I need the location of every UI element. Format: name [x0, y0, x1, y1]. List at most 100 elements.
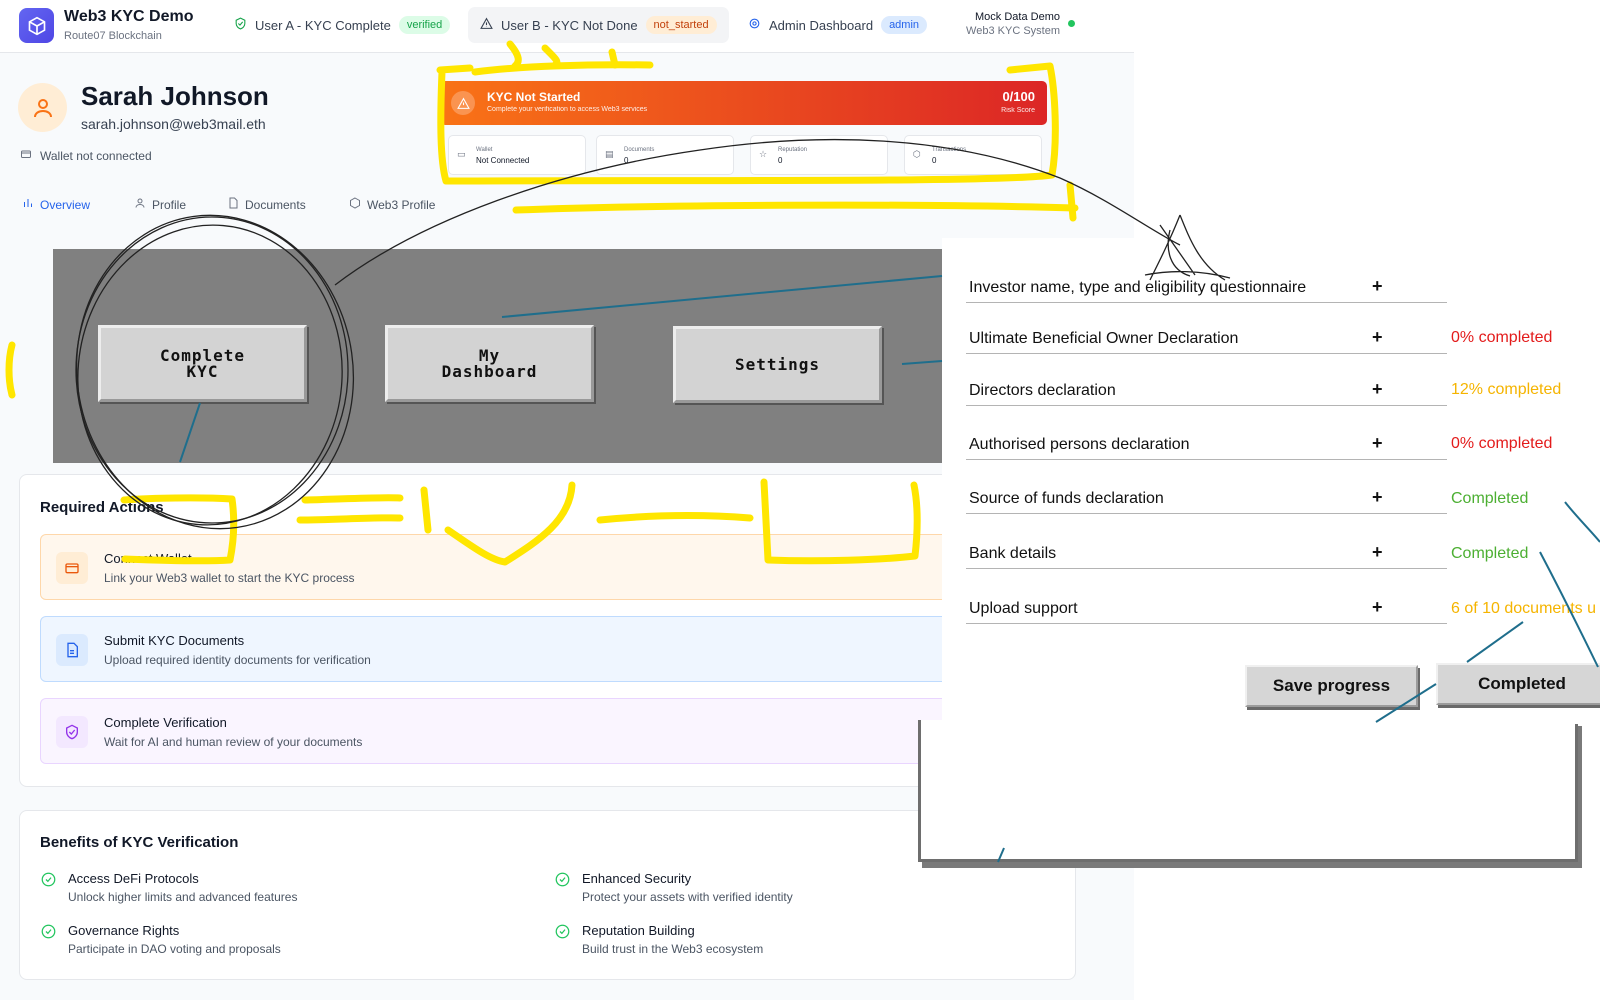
action-title: Submit KYC Documents: [104, 633, 245, 648]
avatar: [18, 83, 67, 132]
expand-plus-icon[interactable]: +: [1372, 433, 1383, 454]
row-label: Upload support: [969, 600, 1078, 617]
benefits-title: Benefits of KYC Verification: [40, 834, 239, 851]
stat-documents: ▤ Documents 0: [596, 135, 734, 175]
kyc-status-subtitle: Complete your verification to access Web…: [487, 106, 648, 113]
mock-data-title: Mock Data Demo: [975, 11, 1060, 23]
button-label: Save progress: [1272, 676, 1391, 695]
status-badge: admin: [881, 16, 928, 34]
benefit-title: Governance Rights: [68, 923, 180, 938]
check-circle-icon: [41, 924, 56, 944]
questionnaire-row[interactable]: Source of funds declaration +: [966, 484, 1447, 514]
row-status: 0% completed: [1451, 435, 1553, 452]
warning-icon: [480, 17, 493, 33]
stat-label: Transactions: [932, 147, 967, 153]
questionnaire-row[interactable]: Authorised persons declaration +: [966, 430, 1447, 460]
tab-label: User A - KYC Complete: [255, 17, 391, 33]
action-description: Wait for AI and human review of your doc…: [104, 735, 363, 749]
row-status: 12% completed: [1451, 381, 1562, 398]
shield-check-icon: [56, 716, 88, 748]
row-label: Ultimate Beneficial Owner Declaration: [969, 330, 1239, 347]
settings-button[interactable]: Settings: [673, 326, 882, 403]
gear-icon: [748, 17, 761, 33]
stat-value: Not Connected: [476, 156, 530, 165]
stat-transactions: ⬡ Transactions 0: [904, 135, 1042, 175]
action-description: Link your Web3 wallet to start the KYC p…: [104, 571, 355, 585]
expand-plus-icon[interactable]: +: [1372, 276, 1383, 297]
row-status: Completed: [1451, 490, 1529, 507]
tab-label: Overview: [40, 197, 91, 212]
benefit-description: Participate in DAO voting and proposals: [68, 942, 281, 956]
complete-kyc-button[interactable]: Complete KYC: [98, 325, 307, 402]
button-label: Completed: [1478, 674, 1566, 693]
row-label: Directors declaration: [969, 382, 1116, 399]
user-icon: [134, 197, 146, 212]
stat-value: 0: [624, 156, 629, 165]
required-actions-title: Required Actions: [40, 499, 164, 516]
top-header: Web3 KYC Demo Route07 Blockchain User A …: [0, 0, 1134, 53]
expand-plus-icon[interactable]: +: [1372, 542, 1383, 563]
check-circle-icon: [41, 872, 56, 892]
row-label: Authorised persons declaration: [969, 436, 1190, 453]
wallet-icon: [56, 552, 88, 584]
bar-chart-icon: [22, 197, 34, 212]
action-title: Complete Verification: [104, 715, 227, 730]
tab-user-b[interactable]: User B - KYC Not Done not_started: [468, 7, 729, 43]
action-title: Connect Wallet: [104, 551, 192, 566]
stat-label: Documents: [624, 147, 655, 153]
expand-plus-icon[interactable]: +: [1372, 379, 1383, 400]
check-circle-icon: [555, 872, 570, 892]
cube-icon: ⬡: [913, 149, 921, 159]
cube-logo-icon: [19, 8, 54, 43]
tab-overview[interactable]: Overview: [22, 197, 90, 212]
benefit-description: Unlock higher limits and advanced featur…: [68, 890, 298, 904]
save-progress-button[interactable]: Save progress: [1245, 665, 1418, 707]
tab-label: User B - KYC Not Done: [501, 17, 638, 33]
my-dashboard-button[interactable]: My Dashboard: [385, 325, 594, 402]
kyc-status-title: KYC Not Started: [487, 90, 581, 104]
risk-score-label: Risk Score: [1001, 107, 1035, 114]
button-label: Complete KYC: [159, 345, 246, 381]
stat-label: Reputation: [778, 147, 808, 153]
benefit-title: Enhanced Security: [582, 871, 692, 886]
completed-button[interactable]: Completed: [1436, 663, 1600, 705]
row-status: 0% completed: [1451, 329, 1553, 346]
user-name: Sarah Johnson: [81, 81, 269, 111]
expand-plus-icon[interactable]: +: [1372, 327, 1383, 348]
wallet-status-text: Wallet not connected: [40, 148, 152, 163]
expand-plus-icon[interactable]: +: [1372, 597, 1383, 618]
row-status: 6 of 10 documents u: [1451, 600, 1596, 617]
expand-plus-icon[interactable]: +: [1372, 487, 1383, 508]
kyc-status-banner: KYC Not Started Complete your verificati…: [440, 81, 1047, 125]
tab-documents[interactable]: Documents: [227, 197, 306, 212]
tab-label: Documents: [245, 197, 306, 212]
action-description: Upload required identity documents for v…: [104, 653, 371, 667]
stat-value: 0: [932, 156, 937, 165]
benefit-title: Reputation Building: [582, 923, 695, 938]
tab-web3-profile[interactable]: Web3 Profile: [349, 197, 435, 212]
tab-label: Profile: [152, 197, 187, 212]
tab-admin[interactable]: Admin Dashboard admin: [736, 7, 939, 43]
button-label: Settings: [734, 354, 821, 374]
tab-profile[interactable]: Profile: [134, 197, 186, 212]
mock-data-subtitle: Web3 KYC System: [966, 25, 1060, 37]
warning-icon: [451, 91, 475, 115]
questionnaire-row[interactable]: Upload support +: [966, 594, 1447, 624]
cube-icon: [349, 197, 361, 212]
wallet-status: Wallet not connected: [20, 148, 152, 163]
questionnaire-row[interactable]: Directors declaration +: [966, 376, 1447, 406]
check-circle-icon: [555, 924, 570, 944]
benefit-description: Build trust in the Web3 ecosystem: [582, 942, 764, 956]
questionnaire-row[interactable]: Bank details +: [966, 539, 1447, 569]
stat-label: Wallet: [476, 147, 493, 153]
wallet-icon: [20, 148, 32, 163]
questionnaire-row[interactable]: Investor name, type and eligibility ques…: [966, 273, 1447, 303]
status-badge: not_started: [645, 16, 717, 34]
tab-user-a[interactable]: User A - KYC Complete verified: [222, 7, 462, 43]
questionnaire-row[interactable]: Ultimate Beneficial Owner Declaration +: [966, 324, 1447, 354]
tab-label: Admin Dashboard: [769, 17, 874, 33]
user-email: sarah.johnson@web3mail.eth: [81, 116, 266, 132]
brand-title: Web3 KYC Demo: [64, 8, 194, 25]
star-icon: ☆: [759, 149, 768, 159]
row-label: Source of funds declaration: [969, 490, 1164, 507]
